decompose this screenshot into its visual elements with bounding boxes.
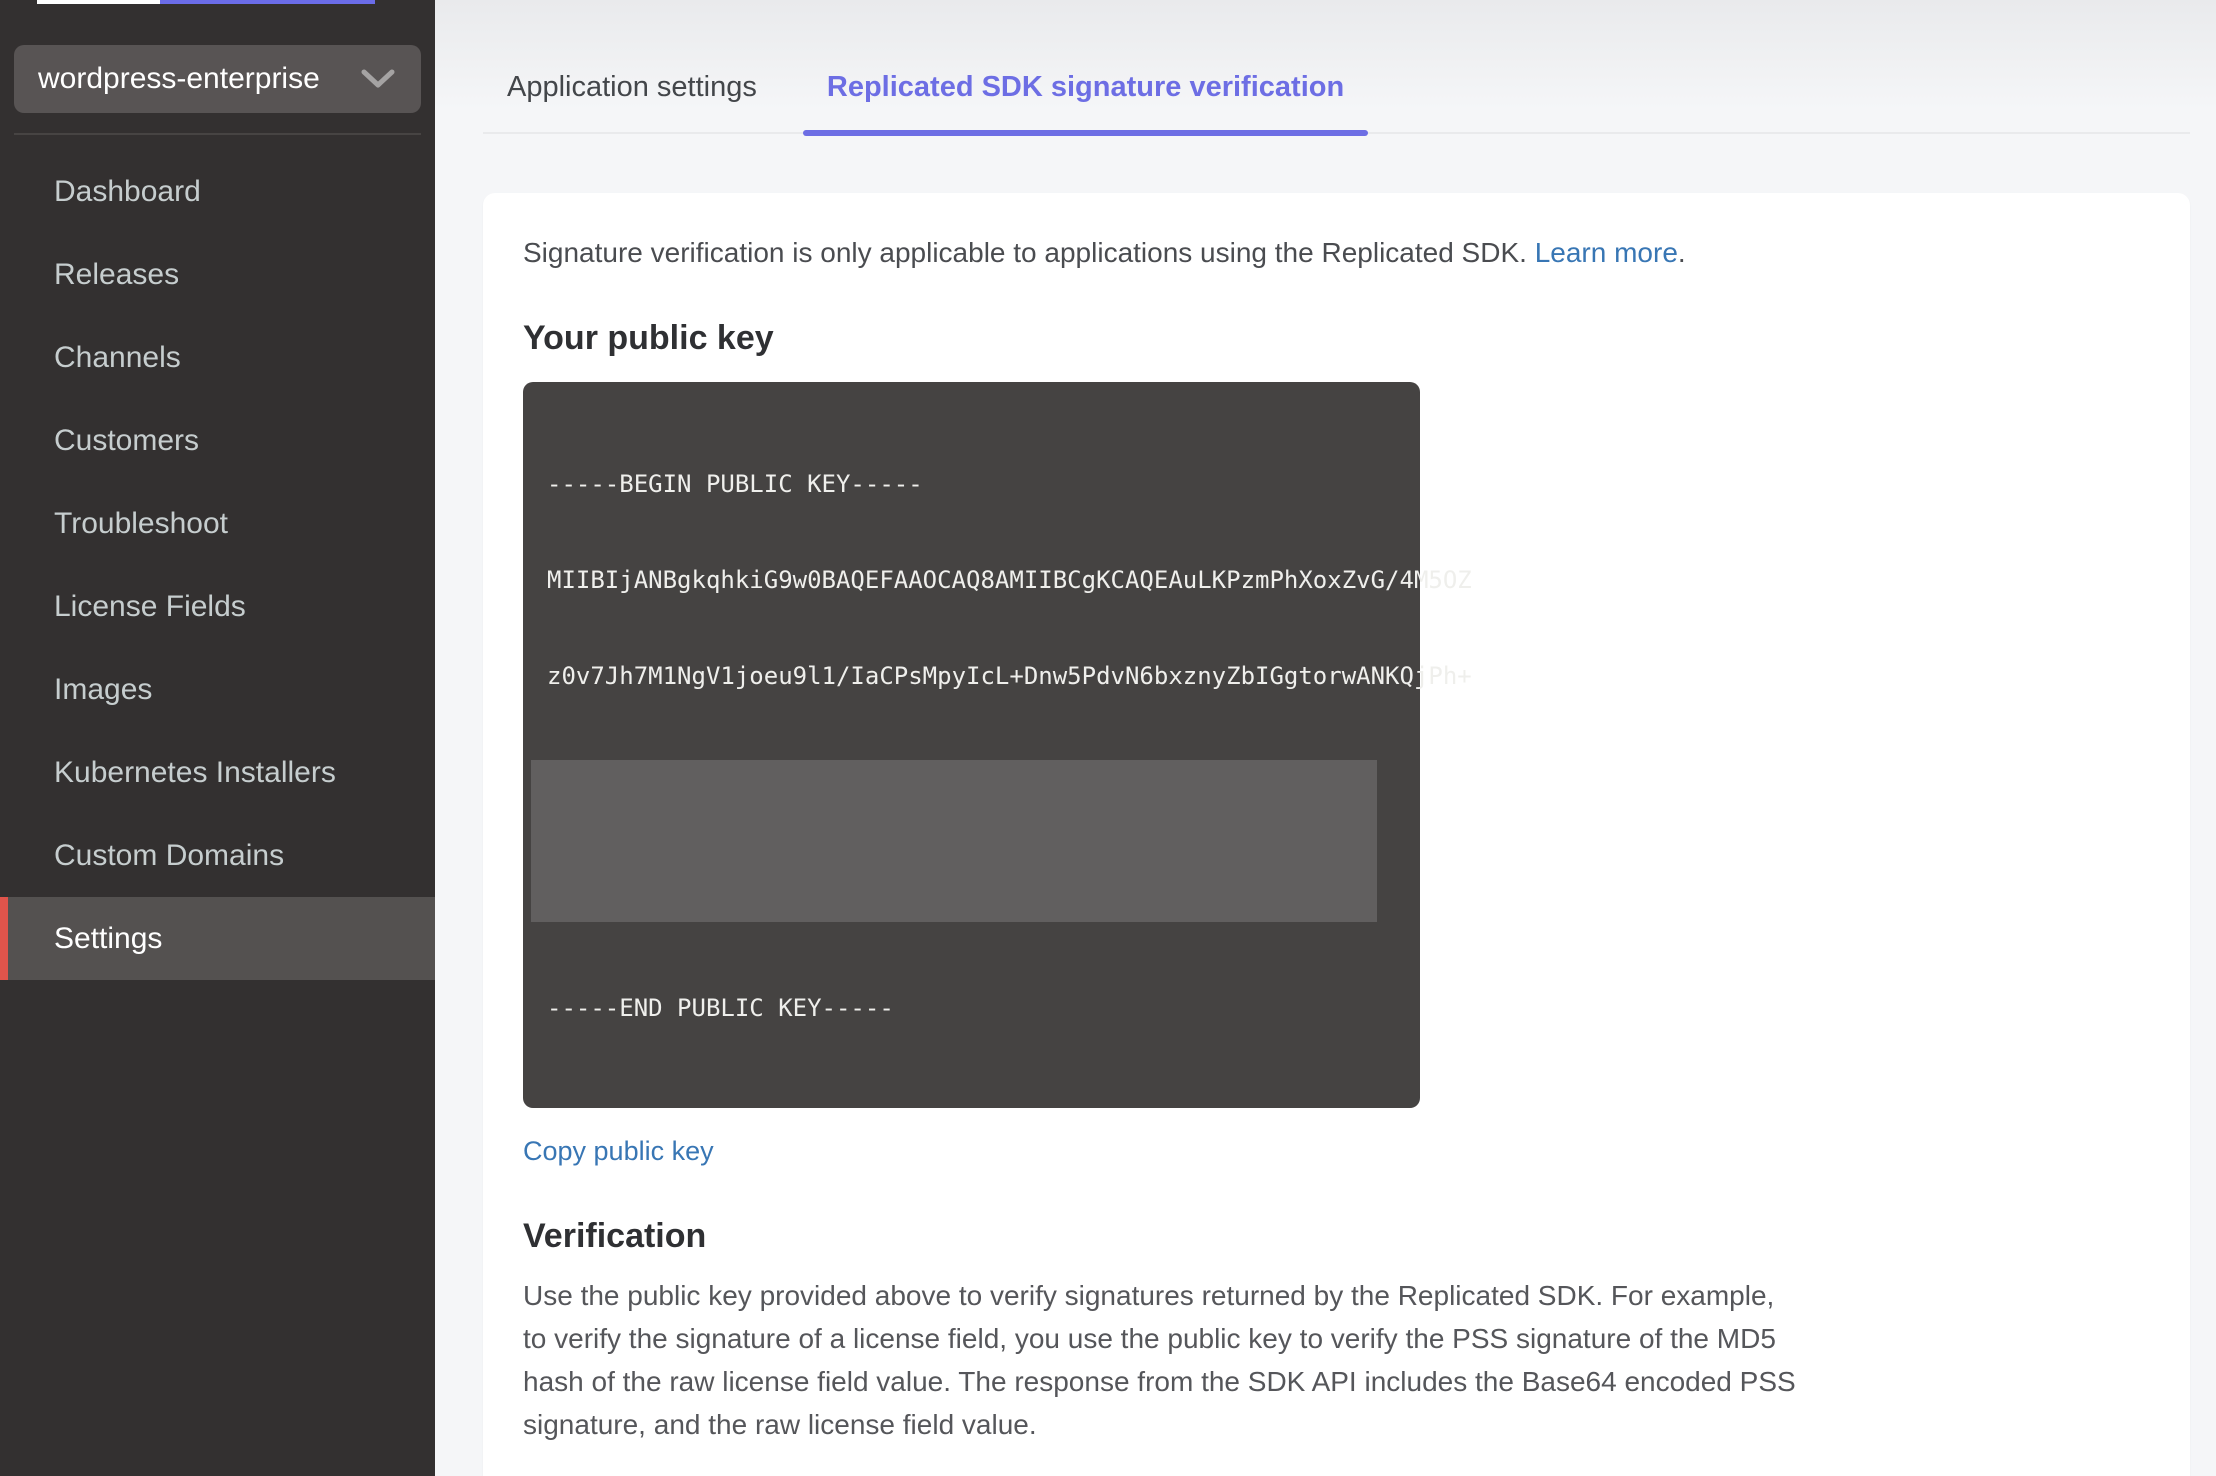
tab-replicated-sdk-signature-verification[interactable]: Replicated SDK signature verification: [802, 71, 1369, 136]
sidebar-nav: Dashboard Releases Channels Customers Troubl…: [0, 150, 435, 980]
public-key-selection-highlight: [531, 760, 1377, 922]
public-key-line: z0v7Jh7M1NgV1joeu9l1/IaCPsMpyIcL+Dnw5Pdv…: [547, 662, 1472, 690]
app-selector-dropdown[interactable]: wordpress-enterprise: [14, 45, 421, 113]
intro-text: Signature verification is only applicabl…: [523, 237, 2150, 269]
verification-heading: Verification: [523, 1217, 707, 1255]
main-content: Application settings Replicated SDK signa…: [435, 0, 2216, 1476]
window-top-progress-bar: [160, 0, 375, 4]
sidebar-item-releases[interactable]: Releases: [0, 233, 435, 316]
public-key-heading: Your public key: [523, 319, 774, 357]
sidebar-item-images[interactable]: Images: [0, 648, 435, 731]
public-key-block: -----BEGIN PUBLIC KEY----- MIIBIjANBgkqh…: [523, 382, 1472, 1108]
sidebar: wordpress-enterprise Dashboard Releases Ch…: [0, 0, 435, 1476]
chevron-down-icon: [361, 69, 395, 88]
public-key-line: MIIBIjANBgkqhkiG9w0BAQEFAAOCAQ8AMIIBCgKC…: [547, 566, 1472, 594]
copy-public-key-link[interactable]: Copy public key: [523, 1136, 714, 1167]
sidebar-item-troubleshoot[interactable]: Troubleshoot: [0, 482, 435, 565]
sidebar-item-custom-domains[interactable]: Custom Domains: [0, 814, 435, 897]
content-card: Signature verification is only applicabl…: [483, 193, 2190, 1476]
verification-description: Use the public key provided above to ver…: [523, 1280, 1796, 1440]
code-language-tabs: GoNodeJSTypeScriptPython: [523, 1472, 1790, 1476]
intro-period: .: [1677, 237, 1686, 268]
learn-more-link[interactable]: Learn more: [1535, 237, 1678, 268]
settings-tabbar: Application settings Replicated SDK signa…: [483, 0, 2190, 136]
sidebar-item-settings[interactable]: Settings: [0, 897, 435, 980]
public-key-line: -----BEGIN PUBLIC KEY-----: [547, 470, 923, 498]
public-key-end-line: -----END PUBLIC KEY-----: [547, 994, 894, 1022]
sidebar-item-channels[interactable]: Channels: [0, 316, 435, 399]
sidebar-item-kubernetes-installers[interactable]: Kubernetes Installers: [0, 731, 435, 814]
app-selector-value: wordpress-enterprise: [38, 62, 320, 95]
tab-application-settings[interactable]: Application settings: [483, 71, 781, 132]
sidebar-item-customers[interactable]: Customers: [0, 399, 435, 482]
sidebar-item-license-fields[interactable]: License Fields: [0, 565, 435, 648]
sidebar-divider: [14, 133, 421, 135]
intro-text-body: Signature verification is only applicabl…: [523, 237, 1535, 268]
window-top-strip: [37, 0, 160, 4]
sidebar-item-dashboard[interactable]: Dashboard: [0, 150, 435, 233]
